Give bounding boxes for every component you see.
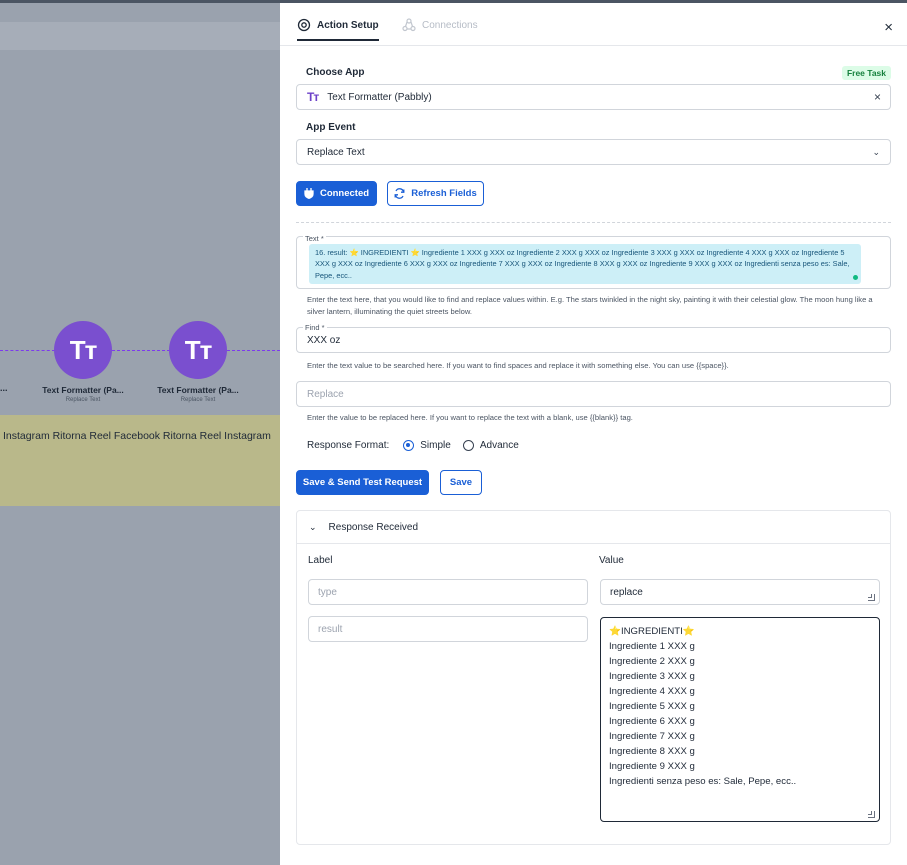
find-field-help: Enter the text value to be searched here…	[307, 361, 729, 370]
response-received-header[interactable]: ⌄ Response Received	[297, 511, 890, 544]
tab-action-setup[interactable]: Action Setup	[297, 18, 379, 41]
choose-app-select[interactable]: Tт Text Formatter (Pabbly) ×	[296, 84, 891, 110]
workflow-canvas[interactable]: ... Tт Text Formatter (Pa... Replace Tex…	[0, 0, 280, 865]
text-formatter-icon: Tт	[307, 90, 319, 104]
radio-advance[interactable]	[462, 440, 474, 451]
find-value: XXX oz	[307, 334, 341, 346]
close-icon[interactable]: ×	[884, 19, 893, 36]
text-field-label: Text *	[303, 234, 326, 243]
result-line: Ingrediente 2 XXX g	[609, 656, 695, 667]
text-formatter-icon: Tт	[169, 321, 227, 379]
button-label: Save & Send Test Request	[302, 477, 423, 488]
choose-app-label: Choose App	[306, 67, 365, 78]
node-title: Text Formatter (Pa...	[157, 385, 239, 395]
gear-icon	[297, 18, 311, 32]
result-line: Ingrediente 5 XXX g	[609, 701, 695, 712]
find-input[interactable]: XXX oz	[296, 327, 891, 353]
tab-label: Connections	[422, 19, 478, 31]
chevron-down-icon: ⌄	[872, 146, 880, 157]
result-line: Ingrediente 4 XXX g	[609, 686, 695, 697]
action-setup-panel: Action Setup Connections × Choose App Fr…	[280, 0, 907, 865]
response-label-type[interactable]: type	[308, 579, 588, 605]
section-divider	[296, 222, 891, 223]
tab-connections[interactable]: Connections	[402, 18, 478, 32]
result-line: Ingrediente 6 XXX g	[609, 716, 695, 727]
node-title: Text Formatter (Pa...	[42, 385, 124, 395]
chevron-down-icon: ⌄	[309, 521, 317, 532]
tab-label: Action Setup	[317, 19, 379, 31]
connections-icon	[402, 18, 416, 32]
choose-app-value: Text Formatter (Pabbly)	[327, 91, 432, 103]
workflow-node-text-formatter-1[interactable]: Tт Text Formatter (Pa... Replace Text	[33, 321, 133, 403]
response-format-label: Response Format:	[307, 440, 390, 451]
node-subtitle: Replace Text	[65, 397, 101, 403]
value-column-header: Value	[599, 555, 624, 566]
result-line: ⭐INGREDIENTI⭐	[609, 624, 871, 639]
response-format-group: Response Format: Simple Advance	[307, 440, 519, 451]
resize-handle-icon[interactable]	[868, 811, 875, 818]
panel-tabs: Action Setup Connections ×	[280, 3, 907, 46]
star-icon: ⭐	[349, 248, 359, 257]
result-line: Ingrediente 8 XXX g	[609, 746, 695, 757]
canvas-top-border	[0, 0, 280, 3]
response-value-result[interactable]: ⭐INGREDIENTI⭐ Ingrediente 1 XXX g Ingred…	[600, 617, 880, 822]
find-field-label: Find *	[303, 323, 327, 332]
radio-simple-label[interactable]: Simple	[420, 440, 451, 451]
plug-icon	[304, 188, 314, 199]
label-text: type	[318, 586, 337, 598]
canvas-header-strip	[0, 22, 280, 50]
clear-icon[interactable]: ×	[874, 90, 881, 104]
result-line: Ingrediente 9 XXX g	[609, 761, 695, 772]
value-text: replace	[610, 586, 643, 598]
button-label: Connected	[319, 188, 370, 199]
refresh-icon	[394, 188, 405, 199]
result-line: Ingrediente 1 XXX g	[609, 641, 695, 652]
canvas-note-strip: Instagram Ritorna Reel Facebook Ritorna …	[0, 415, 280, 506]
replace-placeholder: Replace	[307, 388, 344, 400]
response-title: Response Received	[328, 521, 419, 533]
free-task-badge: Free Task	[841, 66, 891, 80]
label-column-header: Label	[308, 555, 333, 566]
result-line: Ingrediente 7 XXX g	[609, 731, 695, 742]
app-event-select[interactable]: Replace Text ⌄	[296, 139, 891, 165]
truncated-node-title: ...	[0, 383, 8, 393]
result-line: Ingrediente 3 XXX g	[609, 671, 695, 682]
replace-field-help: Enter the value to be replaced here. If …	[307, 413, 633, 422]
chip-heading: INGREDIENTI	[358, 248, 411, 257]
radio-advance-label[interactable]: Advance	[480, 440, 519, 451]
result-line-text: INGREDIENTI	[620, 626, 683, 637]
button-label: Refresh Fields	[411, 188, 477, 199]
mapped-variable-chip[interactable]: 16. result: ⭐ INGREDIENTI ⭐ Ingrediente …	[309, 244, 861, 284]
node-subtitle: Replace Text	[180, 397, 216, 403]
star-icon: ⭐	[682, 626, 695, 637]
result-line: Ingredienti senza peso es: Sale, Pepe, e…	[609, 776, 797, 787]
status-dot	[853, 275, 858, 280]
response-value-type[interactable]: replace	[600, 579, 880, 605]
workflow-node-text-formatter-2[interactable]: Tт Text Formatter (Pa... Replace Text	[148, 321, 248, 403]
app-event-value: Replace Text	[307, 146, 365, 158]
text-field-help: Enter the text here, that you would like…	[307, 295, 873, 316]
text-formatter-icon: Tт	[54, 321, 112, 379]
response-label-result[interactable]: result	[308, 616, 588, 642]
button-label: Save	[449, 477, 473, 488]
star-icon: ⭐	[410, 248, 420, 257]
radio-simple[interactable]	[403, 440, 415, 451]
connected-button[interactable]: Connected	[296, 181, 377, 206]
star-icon: ⭐	[609, 626, 621, 637]
chip-prefix: 16. result:	[315, 248, 350, 257]
save-send-test-button[interactable]: Save & Send Test Request	[296, 470, 429, 495]
replace-input[interactable]: Replace	[296, 381, 891, 407]
save-button[interactable]: Save	[440, 470, 482, 495]
response-received-section: ⌄ Response Received Label Value type rep…	[296, 510, 891, 845]
app-event-label: App Event	[306, 122, 356, 133]
refresh-fields-button[interactable]: Refresh Fields	[387, 181, 484, 206]
label-text: result	[318, 623, 343, 635]
text-input[interactable]: 16. result: ⭐ INGREDIENTI ⭐ Ingrediente …	[296, 236, 891, 289]
resize-handle-icon[interactable]	[868, 594, 875, 601]
